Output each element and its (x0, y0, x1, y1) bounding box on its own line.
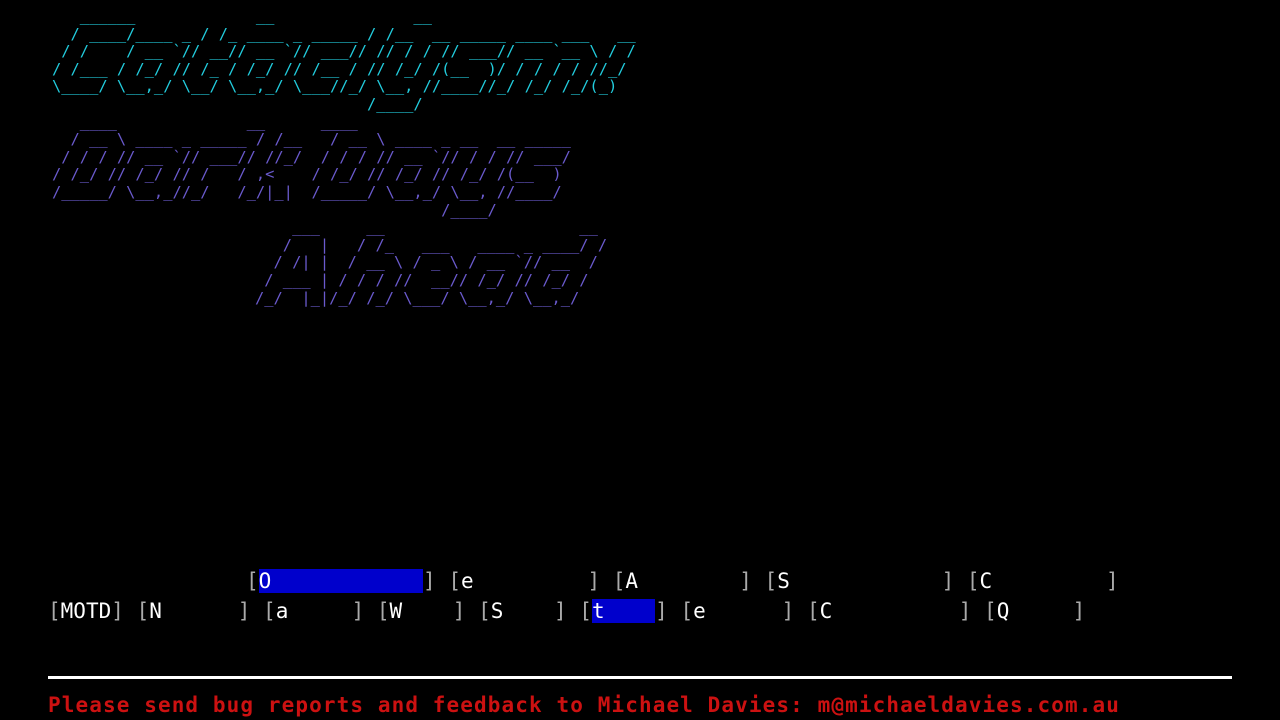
menu-gap (971, 596, 984, 626)
menu-item-hotkey: t (591, 599, 605, 623)
menu-item-credits[interactable]: [C ] (967, 566, 1119, 596)
menu-item-world[interactable]: [W ] (377, 596, 466, 626)
menu-item-hotkey: C (979, 569, 993, 593)
menu-gap (668, 596, 681, 626)
menu-item-hotkey: Q (996, 599, 1010, 623)
bracket-close: ] (237, 599, 251, 623)
menu-item-hotkey: C (819, 599, 833, 623)
menu-item-hotkey: O (258, 569, 272, 593)
menu-item-settings[interactable]: [e ] (448, 566, 600, 596)
main-menu: [O ] [e ] [A ] [S ] [C ] [MOTD] [N ] [a … (0, 566, 1280, 626)
menu-item-settings2[interactable]: [t ] (579, 596, 668, 626)
menu-item-fill (503, 599, 554, 623)
menu-item-hotkey: A (625, 569, 639, 593)
menu-gap (954, 566, 967, 596)
menu-item-hotkey: W (389, 599, 403, 623)
bracket-open: [ (246, 569, 259, 593)
menu-gap (436, 566, 449, 596)
menu-gap (600, 566, 613, 596)
bracket-open: [ (966, 569, 980, 593)
bracket-close: ] (351, 599, 365, 623)
menu-item-motd[interactable]: [MOTD] (48, 596, 124, 626)
menu-item-hotkey: S (777, 569, 790, 593)
bug-report-footer: Please send bug reports and feedback to … (48, 693, 1120, 717)
bracket-open: [ (136, 599, 150, 623)
menu-item-fill (402, 599, 453, 623)
title-line-dark-days: ____ __ ____ / __ \ ____ _ _____ / /__ /… (52, 112, 571, 219)
menu-item-about[interactable]: [A ] (613, 566, 752, 596)
menu-gap (752, 566, 765, 596)
menu-row-primary: [O ] [e ] [A ] [S ] [C ] (0, 566, 1280, 596)
bracket-open: [ (478, 599, 491, 623)
menu-item-fill (790, 569, 942, 593)
title-line-ahead: ___ __ __ / | / /_ ___ ____ _ ____/ / / … (255, 218, 608, 307)
title-line-cataclysm: ______ __ __ / ____/____ _ / /_ ____ _ _… (52, 7, 636, 113)
bracket-close: ] (452, 599, 466, 623)
bracket-open: [ (680, 599, 694, 623)
bracket-close: ] (1072, 599, 1086, 623)
menu-gap (567, 596, 580, 626)
bracket-close: ] (111, 599, 124, 623)
menu-item-fill (706, 599, 782, 623)
menu-item-new-game[interactable]: [N ] (137, 596, 251, 626)
title-ascii-art: ______ __ __ / ____/____ _ / /_ ____ _ _… (0, 0, 1280, 307)
menu-item-load[interactable]: [a ] (263, 596, 364, 626)
bracket-open: [ (263, 599, 276, 623)
bracket-close: ] (958, 599, 972, 623)
menu-item-hotkey: MOTD (60, 599, 112, 623)
menu-item-hotkey: N (149, 599, 162, 623)
bracket-close: ] (587, 569, 601, 593)
menu-item-hotkey: S (490, 599, 504, 623)
menu-gap (465, 596, 478, 626)
bracket-close: ] (739, 569, 752, 593)
horizontal-separator (48, 676, 1232, 679)
menu-item-fill (604, 599, 656, 623)
bracket-open: [ (764, 569, 778, 593)
menu-item-special[interactable]: [S ] (765, 566, 955, 596)
menu-item-hotkey: e (693, 599, 706, 623)
menu-item-options[interactable]: [O ] (246, 566, 436, 596)
menu-item-fill (992, 569, 1106, 593)
bracket-open: [ (984, 599, 997, 623)
menu-item-credits2[interactable]: [C ] (807, 596, 971, 626)
bracket-close: ] (781, 599, 795, 623)
bracket-close: ] (941, 569, 955, 593)
menu-item-fill (474, 569, 588, 593)
bracket-open: [ (376, 599, 390, 623)
bracket-close: ] (1106, 569, 1119, 593)
menu-item-fill (638, 569, 739, 593)
menu-item-fill (1009, 599, 1072, 623)
bracket-close: ] (423, 569, 436, 593)
menu-item-fill (162, 599, 238, 623)
bracket-close: ] (553, 599, 567, 623)
menu-item-hotkey: a (275, 599, 289, 623)
menu-item-fill (288, 599, 351, 623)
menu-gap (794, 596, 807, 626)
menu-item-fill (832, 599, 958, 623)
menu-row-secondary: [MOTD] [N ] [a ] [W ] [S ] [t ] [e ] [C … (0, 596, 1280, 626)
menu-gap (364, 596, 377, 626)
menu-gap (124, 596, 137, 626)
bracket-open: [ (579, 599, 592, 623)
bracket-open: [ (48, 599, 61, 623)
menu-item-help[interactable]: [e ] (680, 596, 794, 626)
menu-item-quit[interactable]: [Q ] (984, 596, 1085, 626)
bracket-open: [ (448, 569, 461, 593)
menu-item-hotkey: e (461, 569, 474, 593)
bracket-close: ] (655, 599, 668, 623)
bracket-open: [ (612, 569, 626, 593)
menu-item-special2[interactable]: [S ] (478, 596, 567, 626)
menu-gap (250, 596, 263, 626)
bracket-open: [ (806, 599, 820, 623)
menu-item-fill (271, 569, 424, 593)
